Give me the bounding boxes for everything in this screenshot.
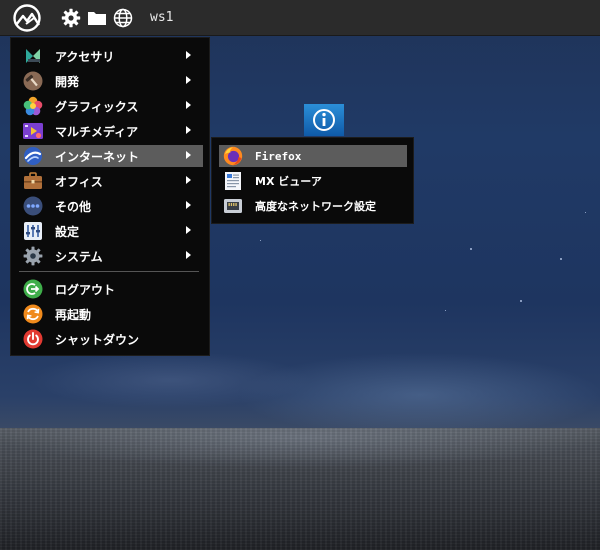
submenu-arrow-icon [186,76,191,84]
internet-icon [23,146,43,166]
star [560,258,562,260]
system-gear-icon [23,246,43,266]
info-icon[interactable] [304,104,344,136]
submenu-arrow-icon [186,51,191,59]
submenu-item-label: 高度なネットワーク設定 [255,200,376,213]
submenu-arrow-icon [186,101,191,109]
briefcase-icon [23,171,43,191]
submenu-arrow-icon [186,201,191,209]
menu-item-label: シャットダウン [55,332,140,347]
hammer-icon [23,71,43,91]
menu-item-logout[interactable]: ログアウト [19,278,203,300]
globe-icon[interactable] [112,7,134,29]
star [260,240,261,241]
multimedia-icon [23,121,43,141]
accessories-icon [23,46,43,66]
star [585,212,586,213]
submenu-arrow-icon [186,176,191,184]
menu-item-multimedia[interactable]: マルチメディア [19,120,203,142]
submenu-item-label: Firefox [255,149,302,163]
menu-item-label: オフィス [55,174,103,189]
restart-icon [23,304,43,324]
menu-item-internet[interactable]: インターネット [19,145,203,167]
menu-item-system[interactable]: システム [19,245,203,267]
power-icon [23,329,43,349]
menu-item-label: アクセサリ [55,49,115,64]
submenu-arrow-icon [186,151,191,159]
settings-icon [23,221,43,241]
document-viewer-icon [223,171,243,191]
ground [0,428,600,550]
menu-item-label: ログアウト [55,282,116,297]
gear-icon[interactable] [60,7,82,29]
menu-item-shutdown[interactable]: シャットダウン [19,328,203,350]
menu-item-settings[interactable]: 設定 [19,220,203,242]
internet-submenu: Firefox MX ビューア 高度なネットワーク設定 [211,137,414,224]
logout-icon [23,279,43,299]
submenu-item-mx-viewer[interactable]: MX ビューア [219,170,407,192]
workspace-label[interactable]: ws1 [150,10,173,25]
star [470,248,472,250]
submenu-item-label: MX ビューア [255,175,322,188]
mx-logo-icon[interactable] [10,3,44,33]
menu-item-label: 再起動 [55,307,92,322]
top-panel: ws1 [0,0,600,36]
menu-item-accessories[interactable]: アクセサリ [19,45,203,67]
menu-item-development[interactable]: 開発 [19,70,203,92]
firefox-icon [223,146,243,166]
application-menu: アクセサリ 開発 グラフィックス マルチメディア インターネット オフィス その… [10,37,210,356]
menu-item-office[interactable]: オフィス [19,170,203,192]
menu-item-label: その他 [55,199,92,214]
menu-item-label: 設定 [55,224,80,239]
menu-item-other[interactable]: その他 [19,195,203,217]
submenu-item-firefox[interactable]: Firefox [219,145,407,167]
submenu-arrow-icon [186,126,191,134]
menu-item-label: システム [55,249,103,264]
star [520,300,522,302]
menu-item-graphics[interactable]: グラフィックス [19,95,203,117]
graphics-icon [23,96,43,116]
folder-icon[interactable] [86,7,108,29]
menu-item-label: インターネット [55,149,140,164]
menu-separator [19,271,199,272]
more-icon [23,196,43,216]
menu-item-label: 開発 [55,74,80,89]
menu-item-label: マルチメディア [55,124,139,139]
submenu-arrow-icon [186,226,191,234]
menu-item-label: グラフィックス [55,99,139,114]
submenu-arrow-icon [186,251,191,259]
star [445,310,446,311]
submenu-item-network-settings[interactable]: 高度なネットワーク設定 [219,195,407,217]
menu-item-restart[interactable]: 再起動 [19,303,203,325]
network-icon [223,196,243,216]
